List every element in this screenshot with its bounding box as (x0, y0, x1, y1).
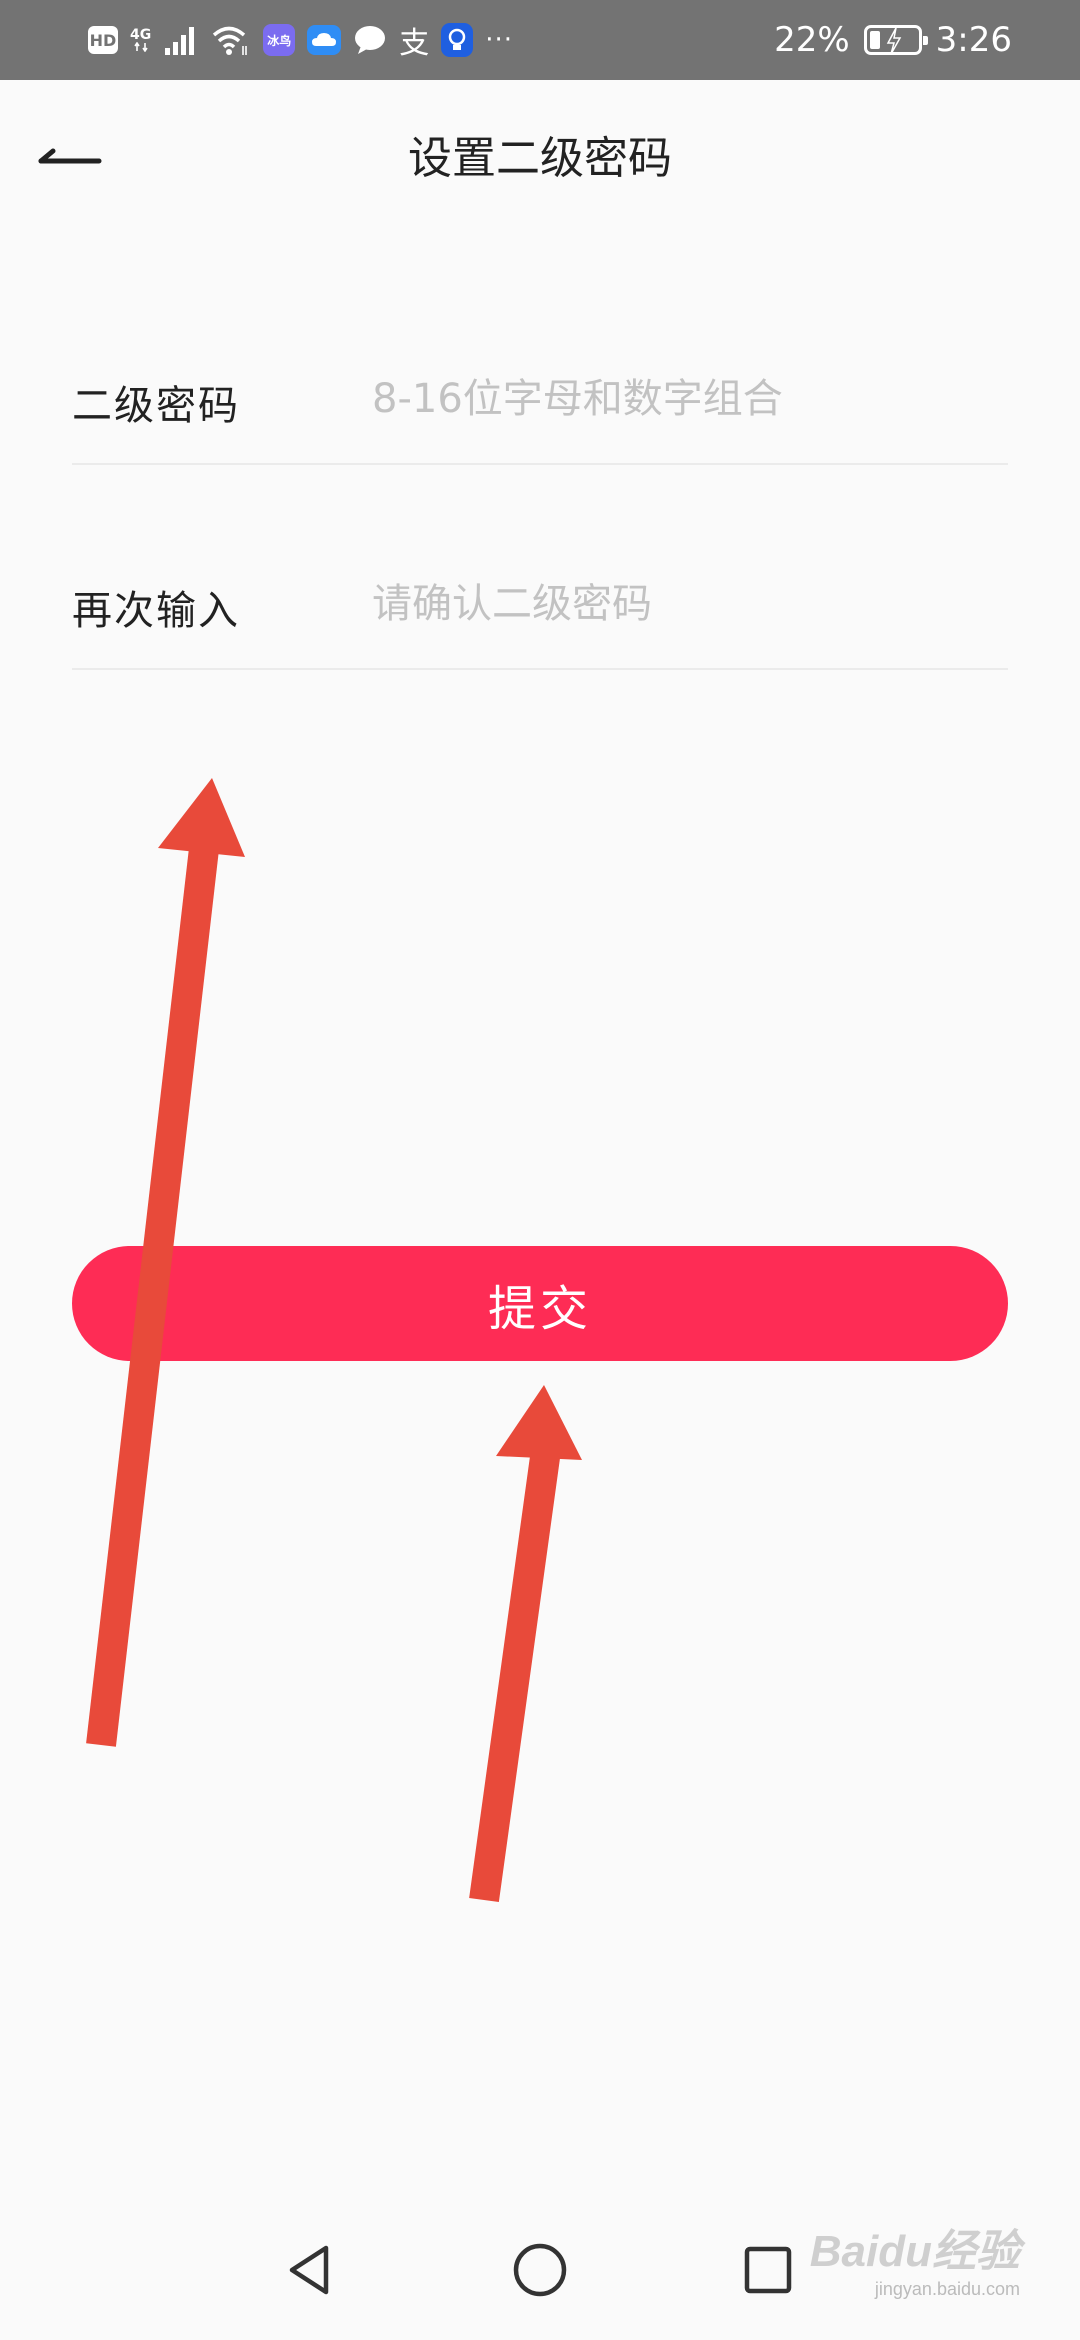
status-icons-left: HD 4G 冰鸟 支 ··· (88, 18, 513, 62)
system-navigation-bar: Baidu经验 jingyan.baidu.com (0, 2200, 1080, 2340)
password-label: 二级密码 (72, 383, 240, 429)
battery-percent: 22% (774, 20, 850, 60)
confirm-password-row: 再次输入 (72, 540, 1008, 670)
watermark-url: jingyan.baidu.com (874, 2279, 1020, 2299)
status-icons-right: 22% 3:26 (774, 14, 1012, 66)
charging-bolt-icon (886, 27, 901, 55)
nav-recents-button[interactable] (728, 2230, 808, 2310)
password-input[interactable] (372, 359, 1008, 439)
network-type-label: 4G (130, 27, 152, 43)
wifi-icon (213, 26, 248, 55)
battery-icon (863, 25, 928, 55)
square-recents-icon (744, 2246, 792, 2294)
page-title: 设置二级密码 (408, 133, 672, 184)
confirm-password-label: 再次输入 (72, 588, 240, 634)
status-bar: HD 4G 冰鸟 支 ··· 22% 3:26 (0, 0, 1080, 80)
nav-back-button[interactable] (270, 2230, 350, 2310)
header-bar: 设置二级密码 (0, 80, 1080, 225)
nav-home-button[interactable] (500, 2230, 580, 2310)
app-notification-icon: 冰鸟 (263, 24, 296, 56)
status-time: 3:26 (935, 20, 1012, 60)
annotation-arrow-right (469, 1385, 582, 1903)
signal-icon (165, 27, 195, 55)
watermark-logo: Baidu经验 (809, 2227, 1020, 2276)
bulb-app-icon (441, 23, 474, 57)
triangle-back-icon (289, 2245, 329, 2295)
confirm-password-input[interactable] (372, 564, 1008, 644)
circle-home-icon (513, 2243, 567, 2297)
data-arrows-icon (133, 42, 148, 52)
password-row: 二级密码 (72, 335, 1008, 465)
alipay-icon: 支 (399, 26, 430, 61)
more-notifications-icon: ··· (485, 25, 514, 55)
battery-level-fill (869, 31, 880, 49)
message-icon (355, 26, 386, 54)
hd-icon: HD (88, 26, 118, 54)
baidu-jingyan-watermark: Baidu经验 jingyan.baidu.com (810, 2215, 1020, 2300)
submit-button[interactable]: 提交 (72, 1246, 1008, 1361)
cloud-icon (307, 25, 342, 55)
network-type-icon: 4G (130, 28, 151, 52)
